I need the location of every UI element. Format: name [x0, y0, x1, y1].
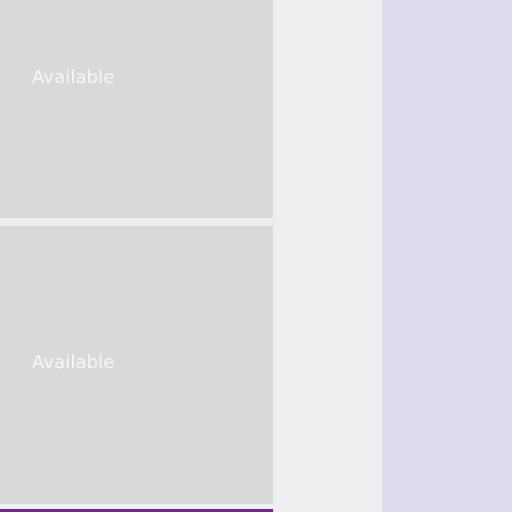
- availability-label: Available: [32, 352, 115, 373]
- content-gap: [273, 0, 382, 512]
- app-screen: Available Available: [0, 0, 512, 512]
- side-panel: [382, 0, 512, 512]
- available-slot-tile[interactable]: Available: [0, 0, 273, 218]
- available-slot-tile[interactable]: Available: [0, 226, 273, 504]
- availability-list: Available Available: [0, 0, 273, 512]
- availability-label: Available: [32, 67, 115, 88]
